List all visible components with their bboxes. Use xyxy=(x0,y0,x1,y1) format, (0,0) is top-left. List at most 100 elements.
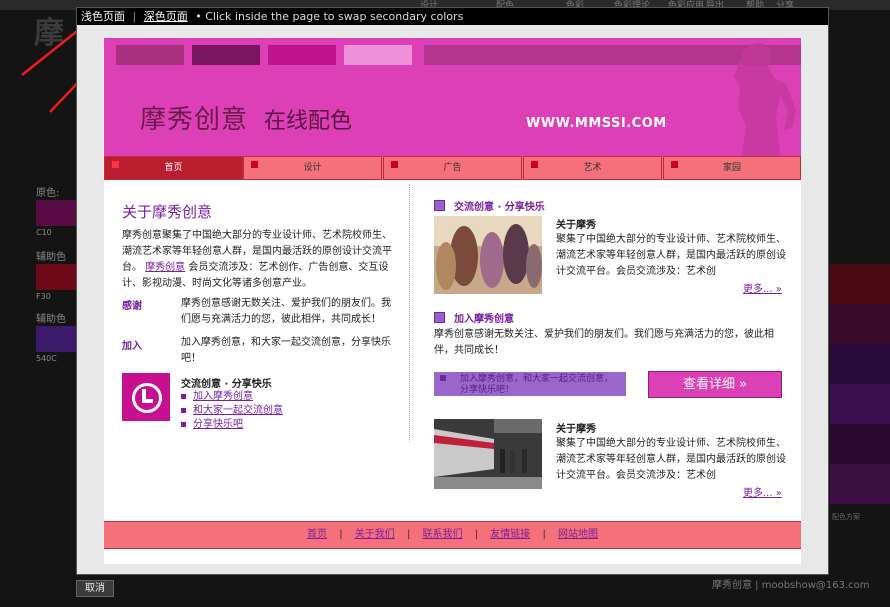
nav-item-art[interactable]: 艺术 xyxy=(523,156,662,180)
item1-text: 聚集了中国绝大部分的专业设计师、艺术院校师生、 潮流艺术家等年轻创意人群，是国内… xyxy=(556,232,796,280)
header-url: WWW.MMSSI.COM xyxy=(526,116,667,131)
nav-item-home-garden[interactable]: 家园 xyxy=(663,156,801,180)
share-link-happy[interactable]: 分享快乐吧 xyxy=(181,418,283,432)
topbar-hint: • Click inside the page to swap secondar… xyxy=(195,10,464,23)
footer-link-about[interactable]: 关于我们 xyxy=(355,529,395,540)
header-bar-1 xyxy=(116,45,184,65)
bg-right-swatch xyxy=(830,304,890,344)
join-line: 加入摩秀创意，和大家一起交流创意，分享快乐 xyxy=(181,337,391,348)
nav-square-icon xyxy=(391,161,398,168)
footer-separator: | xyxy=(542,529,546,540)
share-links: 加入摩秀创意 和大家一起交流创意 分享快乐吧 xyxy=(181,390,283,432)
share-link-join[interactable]: 加入摩秀创意 xyxy=(181,390,283,404)
nav-item-design[interactable]: 设计 xyxy=(243,156,382,180)
bullet-icon xyxy=(181,408,186,413)
item1-line: 潮流艺术家等年轻创意人群，是国内最活跃的原创设 xyxy=(556,250,786,261)
about-intro-line: 台。 摩秀创意 会员交流涉及：艺术创作、广告创意、交互设 xyxy=(122,260,402,276)
cancel-button[interactable]: 取消 xyxy=(76,580,114,597)
header-logo: 摩秀创意 xyxy=(140,105,249,135)
header-bar-4 xyxy=(344,45,412,65)
background-small-text: 配色方案 xyxy=(832,513,860,521)
l-logo-ring xyxy=(132,383,162,413)
nav-item-label: 设计 xyxy=(303,163,322,173)
background-swatch-column xyxy=(830,264,890,504)
bg-right-swatch xyxy=(830,384,890,424)
light-page-link[interactable]: 浅色页面 xyxy=(81,10,125,23)
bg-code-secondary-b: 540C xyxy=(36,354,57,363)
woman-silhouette-icon xyxy=(734,42,796,156)
header-logo-sub: 在线配色 xyxy=(264,109,353,134)
bg-right-swatch xyxy=(830,264,890,304)
item2-title: 关于摩秀 xyxy=(556,424,596,435)
preview-page[interactable]: 摩秀创意 在线配色 WWW.MMSSI.COM 首页 设计 广告 艺术 家园 关… xyxy=(104,38,801,564)
column-divider xyxy=(409,184,410,442)
item1-line: 聚集了中国绝大部分的专业设计师、艺术院校师生、 xyxy=(556,234,786,245)
footer-link-home[interactable]: 首页 xyxy=(307,529,327,540)
header-bar-2 xyxy=(192,45,260,65)
footer-link-contact[interactable]: 联系我们 xyxy=(423,529,463,540)
dark-page-link[interactable]: 深色页面 xyxy=(144,10,188,23)
banner-square-icon xyxy=(440,375,446,381)
nav-item-ads[interactable]: 广告 xyxy=(383,156,522,180)
about-intro-link[interactable]: 摩秀创意 xyxy=(145,262,185,273)
right-join-line: 摩秀创意感谢无数关注、爱护我们的朋友们。我们愿与充满活力的您，彼此相 xyxy=(434,329,774,340)
item1-line: 计交流平台。会员交流涉及：艺术创 xyxy=(556,266,716,277)
share-title: 交流创意 · 分享快乐 xyxy=(181,379,272,390)
footer-link-sitemap[interactable]: 网站地图 xyxy=(558,529,598,540)
nav-item-label: 广告 xyxy=(443,163,462,173)
view-detail-button[interactable]: 查看详细 » xyxy=(648,371,782,398)
l-logo-icon xyxy=(122,373,170,421)
about-intro-text: 台。 xyxy=(122,262,142,273)
more-link-1[interactable]: 更多... » xyxy=(743,280,782,295)
nav-square-icon xyxy=(112,161,119,168)
header-bar-3 xyxy=(268,45,336,65)
about-intro: 摩秀创意聚集了中国绝大部分的专业设计师、艺术院校师生、 潮流艺术家等年轻创意人群… xyxy=(122,228,402,292)
nav-square-icon xyxy=(251,161,258,168)
right-join-text: 摩秀创意感谢无数关注、爱护我们的朋友们。我们愿与充满活力的您，彼此相 伴，共同成… xyxy=(434,327,784,359)
subway-photo xyxy=(434,419,542,489)
footer-link-friends[interactable]: 友情链接 xyxy=(490,529,530,540)
item2-line: 潮流艺术家等年轻创意人群，是国内最活跃的原创设 xyxy=(556,454,786,465)
thanks-line: 摩秀创意感谢无数关注、爱护我们的朋友们。我 xyxy=(181,298,391,309)
l-logo-stroke xyxy=(142,399,153,403)
nav-item-home[interactable]: 首页 xyxy=(104,156,243,180)
preview-modal: 浅色页面 | 深色页面 • Click inside the page to s… xyxy=(77,8,828,574)
bg-code-secondary-a: F30 xyxy=(36,292,51,301)
bg-swatch-secondary-b xyxy=(36,326,76,352)
nav-square-icon xyxy=(531,161,538,168)
item2-line: 聚集了中国绝大部分的专业设计师、艺术院校师生、 xyxy=(556,438,786,449)
nav-item-label: 首页 xyxy=(164,163,183,173)
page-header: 摩秀创意 在线配色 WWW.MMSSI.COM xyxy=(104,38,801,156)
footer-separator: | xyxy=(474,529,479,540)
section-square-icon xyxy=(434,200,445,211)
share-link-label: 和大家一起交流创意 xyxy=(193,405,283,416)
bg-right-swatch xyxy=(830,464,890,504)
join-banner-text: 加入摩秀创意，和大家一起交流创意，分享快乐吧！ xyxy=(460,374,614,395)
bg-swatch-secondary-a xyxy=(36,264,76,290)
bg-right-swatch xyxy=(830,424,890,464)
page-footer: 首页 | 关于我们 | 联系我们 | 友情链接 | 网站地图 xyxy=(104,521,801,549)
thanks-label: 感谢 xyxy=(122,301,142,312)
about-intro-text: 会员交流涉及：艺术创作、广告创意、交互设 xyxy=(188,262,389,273)
topbar-separator: | xyxy=(132,10,137,23)
join-line: 吧！ xyxy=(181,353,201,364)
share-link-label: 分享快乐吧 xyxy=(193,419,243,430)
item1-title: 关于摩秀 xyxy=(556,220,596,231)
main-nav: 首页 设计 广告 艺术 家园 xyxy=(104,156,801,180)
right-head-join: 加入摩秀创意 xyxy=(454,314,514,325)
right-join-line: 伴，共同成长！ xyxy=(434,345,504,356)
about-intro-line: 潮流艺术家等年轻创意人群，是国内最活跃的原创设计交流平 xyxy=(122,246,392,257)
thanks-text: 摩秀创意感谢无数关注、爱护我们的朋友们。我 们愿与充满活力的您，彼此相伴，共同成… xyxy=(181,296,403,328)
modal-topbar: 浅色页面 | 深色页面 • Click inside the page to s… xyxy=(77,8,828,25)
nav-square-icon xyxy=(671,161,678,168)
more-link-2[interactable]: 更多... » xyxy=(743,484,782,499)
footer-separator: | xyxy=(339,529,343,540)
right-head-share: 交流创意 · 分享快乐 xyxy=(454,202,545,213)
section-square-icon xyxy=(434,312,445,323)
about-intro-line: 摩秀创意聚集了中国绝大部分的专业设计师、艺术院校师生、 xyxy=(122,230,392,241)
join-banner: 加入摩秀创意，和大家一起交流创意，分享快乐吧！ xyxy=(434,372,626,396)
share-link-exchange[interactable]: 和大家一起交流创意 xyxy=(181,404,283,418)
share-link-label: 加入摩秀创意 xyxy=(193,391,253,402)
background-brand: 摩秀创意 | moobshow@163.com xyxy=(712,580,870,591)
bg-swatch-primary xyxy=(36,200,76,226)
